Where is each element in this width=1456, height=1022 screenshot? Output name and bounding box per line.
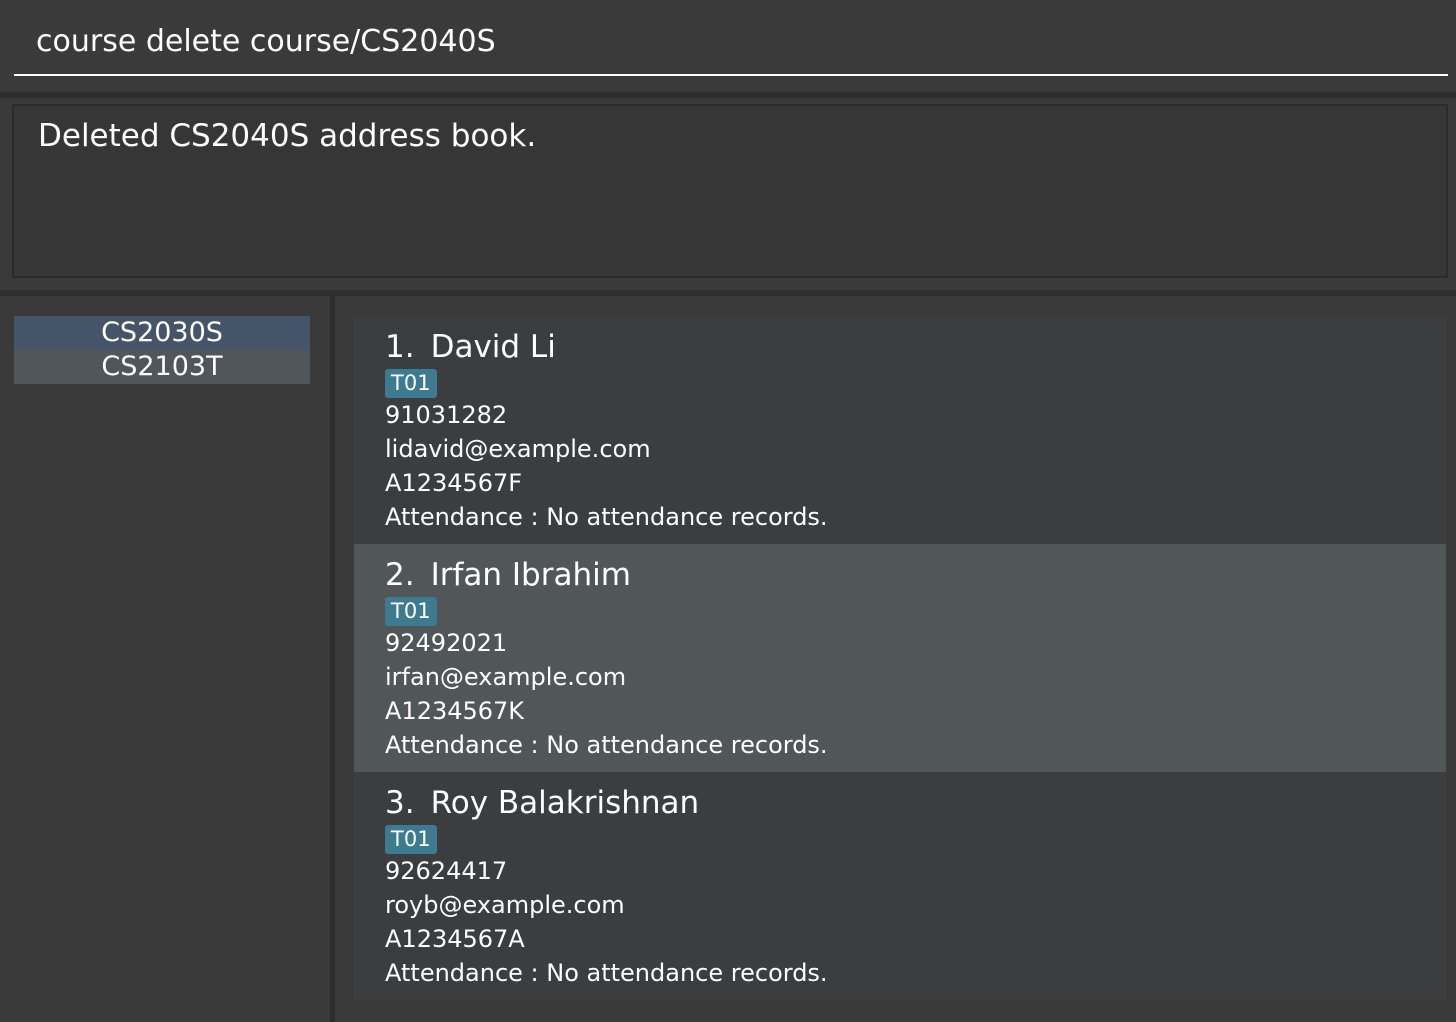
course-item-cs2103t[interactable]: CS2103T <box>14 350 310 384</box>
person-index: 3. <box>385 785 415 821</box>
person-email: royb@example.com <box>385 891 625 919</box>
person-index: 1. <box>385 329 415 365</box>
person-card[interactable]: 2. Irfan Ibrahim T01 92492021 irfan@examp… <box>354 544 1446 772</box>
person-attendance: Attendance : No attendance records. <box>385 503 828 531</box>
person-attendance: Attendance : No attendance records. <box>385 959 828 987</box>
tutorial-tag: T01 <box>385 825 437 854</box>
person-email: irfan@example.com <box>385 663 627 691</box>
person-student-id: A1234567F <box>385 469 523 497</box>
person-name-line: 2. Irfan Ibrahim <box>385 556 1446 594</box>
result-display[interactable]: Deleted CS2040S address book. <box>12 104 1448 278</box>
person-name: Roy Balakrishnan <box>430 785 700 821</box>
person-student-id: A1234567K <box>385 697 525 725</box>
person-attendance: Attendance : No attendance records. <box>385 731 828 759</box>
person-phone: 91031282 <box>385 401 508 429</box>
course-list-panel: CS2030S CS2103T <box>0 296 330 1022</box>
person-name: David Li <box>430 329 556 365</box>
person-name: Irfan Ibrahim <box>430 557 631 593</box>
person-list[interactable]: 1. David Li T01 91031282 lidavid@example.… <box>354 316 1446 1000</box>
command-box-area <box>0 0 1456 92</box>
course-list[interactable]: CS2030S CS2103T <box>14 316 310 384</box>
person-list-panel: 1. David Li T01 91031282 lidavid@example.… <box>335 296 1456 1022</box>
person-phone: 92492021 <box>385 629 508 657</box>
person-student-id: A1234567A <box>385 925 525 953</box>
person-name-line: 3. Roy Balakrishnan <box>385 784 1446 822</box>
command-input[interactable] <box>14 14 1448 76</box>
person-index: 2. <box>385 557 415 593</box>
person-card[interactable]: 1. David Li T01 91031282 lidavid@example.… <box>354 316 1446 544</box>
person-email: lidavid@example.com <box>385 435 651 463</box>
tutorial-tag: T01 <box>385 597 437 626</box>
person-name-line: 1. David Li <box>385 328 1446 366</box>
result-message: Deleted CS2040S address book. <box>38 118 537 154</box>
person-card[interactable]: 3. Roy Balakrishnan T01 92624417 royb@exa… <box>354 772 1446 1000</box>
result-display-area: Deleted CS2040S address book. <box>0 98 1456 290</box>
person-phone: 92624417 <box>385 857 508 885</box>
course-item-cs2030s[interactable]: CS2030S <box>14 316 310 350</box>
tutorial-tag: T01 <box>385 369 437 398</box>
